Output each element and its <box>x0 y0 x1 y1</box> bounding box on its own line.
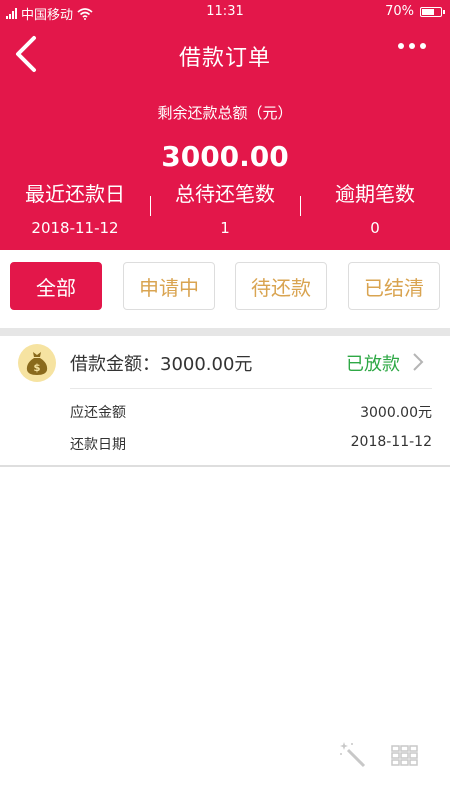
card-bottom-border <box>0 465 450 467</box>
section-separator <box>0 328 450 336</box>
order-card[interactable]: $ 借款金额：3000.00元 已放款 应还金额 3000.00元 还款日期 2… <box>0 336 450 466</box>
more-dot <box>409 43 415 49</box>
grid-icon[interactable] <box>390 740 418 772</box>
stat-pending-count: 总待还笔数 1 <box>150 178 300 237</box>
page-title: 借款订单 <box>178 46 271 71</box>
magic-wand-icon[interactable] <box>338 740 368 774</box>
filter-all[interactable]: 全部 <box>10 262 102 310</box>
stat-label: 最近还款日 <box>25 182 125 206</box>
order-status-badge: 已放款 <box>346 354 400 375</box>
filter-settled[interactable]: 已结清 <box>348 262 440 310</box>
more-button[interactable] <box>394 34 430 58</box>
filter-tabs: 全部 申请中 待还款 已结清 <box>0 262 450 310</box>
stat-value: 0 <box>370 219 380 237</box>
money-bag-icon: $ <box>18 344 56 382</box>
battery-percent: 70% <box>385 4 414 19</box>
card-divider <box>70 388 432 389</box>
total-label: 剩余还款总额（元） <box>157 104 293 122</box>
battery-level <box>422 8 434 15</box>
header: 中国移动 11:31 70% 借款订单 剩余还款总额（元） 3000.00 最近… <box>0 0 450 250</box>
stat-value: 2018-11-12 <box>31 219 119 237</box>
more-dot <box>420 43 426 49</box>
detail-value: 3000.00元 <box>360 405 432 421</box>
svg-text:$: $ <box>34 363 41 374</box>
detail-key: 应还金额 <box>70 405 126 421</box>
order-title: 借款金额：3000.00元 <box>70 354 253 375</box>
stat-value: 1 <box>220 219 230 237</box>
chevron-right-icon[interactable] <box>408 352 428 372</box>
stat-overdue-count: 逾期笔数 0 <box>300 178 450 237</box>
status-bar: 中国移动 11:31 70% <box>0 0 450 24</box>
detail-row-due-date: 还款日期 2018-11-12 <box>70 434 432 454</box>
filter-pending-repayment[interactable]: 待还款 <box>235 262 327 310</box>
status-time: 11:31 <box>206 4 244 19</box>
nav-bar: 借款订单 <box>0 30 450 80</box>
detail-value: 2018-11-12 <box>350 434 432 450</box>
filter-applying[interactable]: 申请中 <box>123 262 215 310</box>
total-amount: 3000.00 <box>161 140 289 173</box>
stat-label: 总待还笔数 <box>175 182 275 206</box>
stat-recent-due-date: 最近还款日 2018-11-12 <box>0 178 150 237</box>
battery-icon <box>420 6 445 17</box>
more-dot <box>398 43 404 49</box>
detail-key: 还款日期 <box>70 437 126 453</box>
status-right: 70% <box>385 4 445 19</box>
stat-label: 逾期笔数 <box>335 182 415 206</box>
detail-row-amount-due: 应还金额 3000.00元 <box>70 402 432 422</box>
